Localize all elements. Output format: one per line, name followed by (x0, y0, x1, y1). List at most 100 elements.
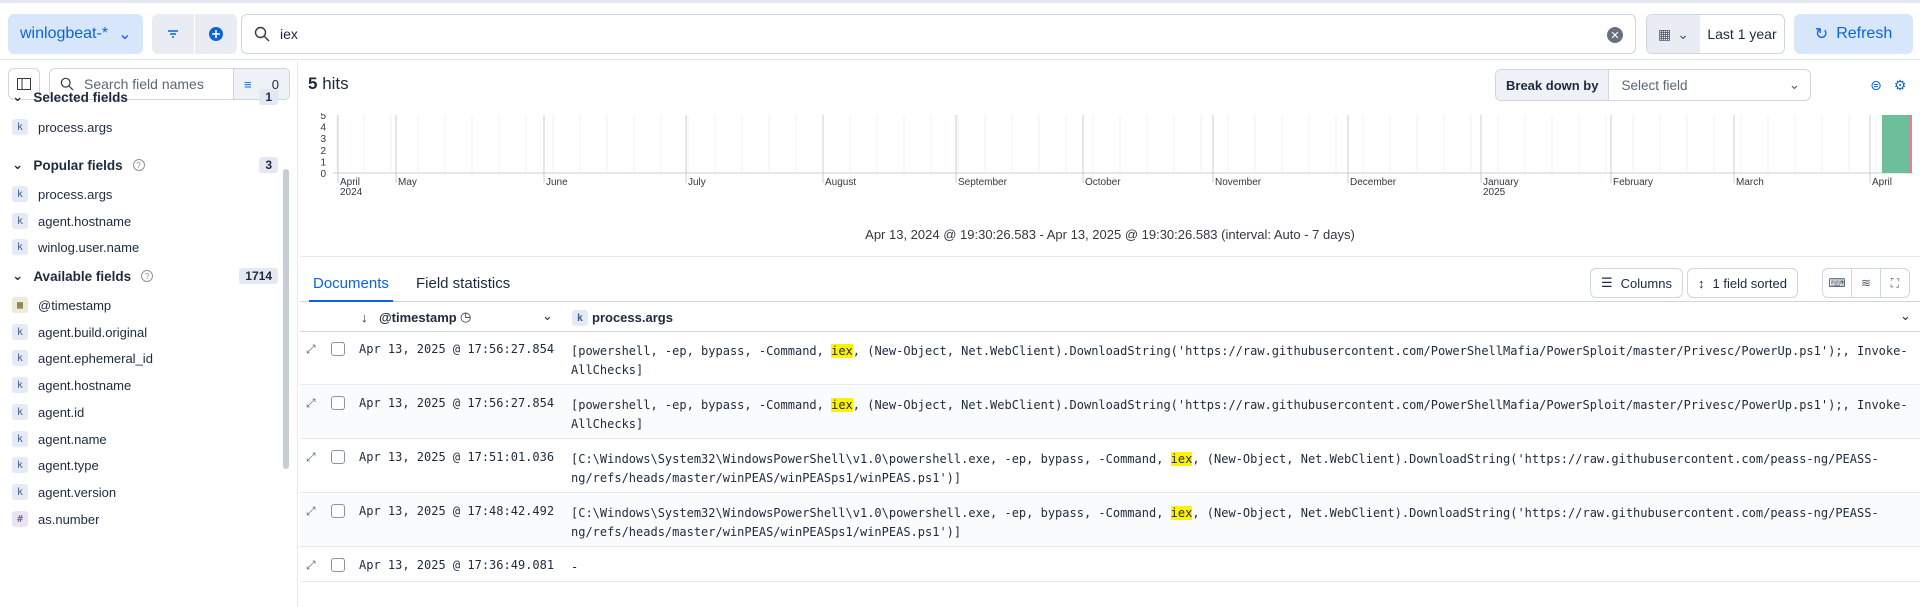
chevron-down-icon: ⌄ (1788, 77, 1800, 92)
x-tick-label: April (1872, 177, 1892, 188)
table-row[interactable]: ⤢ Apr 13, 2025 @ 17:56:27.854 [powershel… (300, 332, 1920, 385)
expand-icon[interactable]: ⤢ (306, 558, 320, 572)
x-tick-label: September (958, 177, 1008, 188)
chevron-down-icon[interactable]: ⌄ (1900, 308, 1911, 324)
field-item[interactable]: k agent.version (12, 484, 116, 500)
refresh-icon: ↻ (1814, 26, 1829, 43)
table-row[interactable]: ⤢ Apr 13, 2025 @ 17:56:27.854 [powershel… (300, 386, 1920, 439)
time-range-label[interactable]: Last 1 year (1700, 26, 1784, 42)
sidebar-scrollbar[interactable] (283, 169, 289, 469)
expand-icon[interactable]: ⤢ (306, 396, 320, 410)
x-tick-label: May (398, 177, 417, 188)
selected-fields-header[interactable]: ⌄ Selected fields 1 (12, 89, 278, 105)
chevron-down-icon[interactable]: ⌄ (542, 308, 553, 324)
inspect-icon[interactable]: ⊜ (1866, 75, 1886, 95)
available-fields-header[interactable]: ⌄ Available fields ? 1714 (12, 268, 278, 284)
field-item[interactable]: k agent.hostname (12, 213, 131, 229)
table-row[interactable]: ⤢ Apr 13, 2025 @ 17:36:49.081 - (300, 548, 1920, 582)
field-item[interactable]: k agent.hostname (12, 377, 131, 393)
sort-desc-icon[interactable]: ↓ (361, 310, 368, 325)
chevron-down-icon: ⌄ (12, 157, 24, 172)
field-list-sidebar: Search field names ≡ 0 ⌄ Selected fields… (0, 61, 298, 607)
expand-icon[interactable]: ⤢ (306, 342, 320, 356)
breakdown-selector[interactable]: Break down by Select field ⌄ (1495, 69, 1811, 101)
field-item[interactable]: k agent.build.original (12, 324, 147, 340)
filter-icon (168, 30, 178, 38)
date-picker[interactable]: ▦ ⌄ Last 1 year (1646, 14, 1785, 54)
gear-icon[interactable]: ⚙ (1890, 75, 1910, 95)
query-menu-button[interactable] (152, 14, 194, 54)
x-tick-year: 2024 (340, 187, 363, 198)
keyword-type-icon: k (12, 377, 28, 393)
columns-button[interactable]: ☰ Columns (1590, 268, 1683, 298)
clear-icon[interactable]: ✕ (1607, 27, 1623, 43)
histogram-chart: 543210 April 2024 May June July August Septembe… (320, 113, 1913, 198)
row-timestamp: Apr 13, 2025 @ 17:48:42.492 (359, 504, 555, 518)
x-tick-label: December (1350, 177, 1397, 188)
keyword-type-icon: k (12, 213, 28, 229)
quick-menu-button[interactable]: ▦ ⌄ (1647, 15, 1700, 53)
args-text: [C:\Windows\System32\WindowsPowerShell\v… (571, 452, 1171, 466)
row-timestamp: Apr 13, 2025 @ 17:51:01.036 (359, 450, 555, 464)
sort-button[interactable]: ↕ 1 field sorted (1687, 268, 1798, 298)
breakdown-placeholder: Select field (1621, 77, 1688, 93)
keyword-type-icon: k (12, 457, 28, 473)
sort-label: 1 field sorted (1712, 275, 1787, 291)
field-item[interactable]: ▦ @timestamp (12, 297, 111, 313)
date-type-icon: ▦ (12, 297, 28, 313)
keyboard-icon[interactable]: ⌨ (1822, 268, 1852, 298)
field-name: process.args (38, 119, 113, 135)
main-content: 5 hits Break down by Select field ⌄ ⊜ ⚙ … (300, 61, 1920, 607)
highlight-match: iex (831, 344, 853, 358)
fullscreen-icon[interactable]: ⛶ (1880, 268, 1910, 298)
row-checkbox[interactable] (331, 342, 345, 356)
field-item[interactable]: k process.args (12, 119, 112, 135)
refresh-button[interactable]: ↻ Refresh (1794, 14, 1913, 54)
field-name: agent.hostname (38, 213, 132, 229)
field-item[interactable]: k agent.id (12, 404, 84, 420)
count-badge: 1714 (239, 268, 278, 284)
field-item[interactable]: k agent.name (12, 431, 107, 447)
row-process-args: [C:\Windows\System32\WindowsPowerShell\v… (571, 504, 1916, 542)
field-item[interactable]: k winlog.user.name (12, 239, 139, 255)
add-filter-button[interactable] (195, 14, 237, 54)
field-name: agent.ephemeral_id (38, 350, 153, 366)
field-item[interactable]: k process.args (12, 186, 112, 202)
search-input[interactable]: iex ✕ (241, 14, 1636, 54)
breakdown-field-select[interactable]: Select field ⌄ (1609, 77, 1810, 93)
field-name: agent.name (38, 431, 107, 447)
keyword-type-icon: k (12, 186, 28, 202)
display-settings-icon[interactable]: ≋ (1851, 268, 1881, 298)
count-badge: 1 (259, 89, 278, 105)
row-checkbox[interactable] (331, 450, 345, 464)
info-icon: ? (132, 159, 145, 171)
section-title: Selected fields (33, 89, 128, 105)
field-item[interactable]: # as.number (12, 511, 99, 527)
row-timestamp: Apr 13, 2025 @ 17:56:27.854 (359, 342, 555, 356)
table-row[interactable]: ⤢ Apr 13, 2025 @ 17:48:42.492 [C:\Window… (300, 494, 1920, 547)
field-item[interactable]: k agent.ephemeral_id (12, 350, 153, 366)
args-column-header[interactable]: process.args (592, 310, 673, 325)
keyword-type-icon: k (12, 119, 28, 135)
row-checkbox[interactable] (331, 558, 345, 572)
keyword-type-icon: k (572, 310, 588, 326)
timestamp-column-header[interactable]: @timestamp (379, 310, 457, 325)
y-tick-label: 0 (320, 169, 326, 180)
args-text: [powershell, -ep, bypass, -Command, (571, 344, 832, 358)
tab-documents[interactable]: Documents (309, 275, 393, 302)
table-header: ↓ @timestamp ◷ ⌄ k process.args ⌄ (300, 303, 1920, 332)
field-name: winlog.user.name (38, 239, 140, 255)
expand-icon[interactable]: ⤢ (306, 450, 320, 464)
tab-field-statistics[interactable]: Field statistics (416, 275, 510, 292)
data-view-selector[interactable]: winlogbeat-* ⌄ (8, 14, 143, 54)
row-checkbox[interactable] (331, 504, 345, 518)
row-checkbox[interactable] (331, 396, 345, 410)
row-process-args: [powershell, -ep, bypass, -Command, iex,… (571, 396, 1916, 434)
field-name: agent.hostname (38, 377, 132, 393)
table-row[interactable]: ⤢ Apr 13, 2025 @ 17:51:01.036 [C:\Window… (300, 440, 1920, 493)
field-item[interactable]: k agent.type (12, 457, 99, 473)
expand-icon[interactable]: ⤢ (306, 504, 320, 518)
chevron-down-icon: ⌄ (12, 89, 24, 104)
popular-fields-header[interactable]: ⌄ Popular fields ? 3 (12, 157, 278, 173)
x-tick-label: March (1736, 177, 1764, 188)
